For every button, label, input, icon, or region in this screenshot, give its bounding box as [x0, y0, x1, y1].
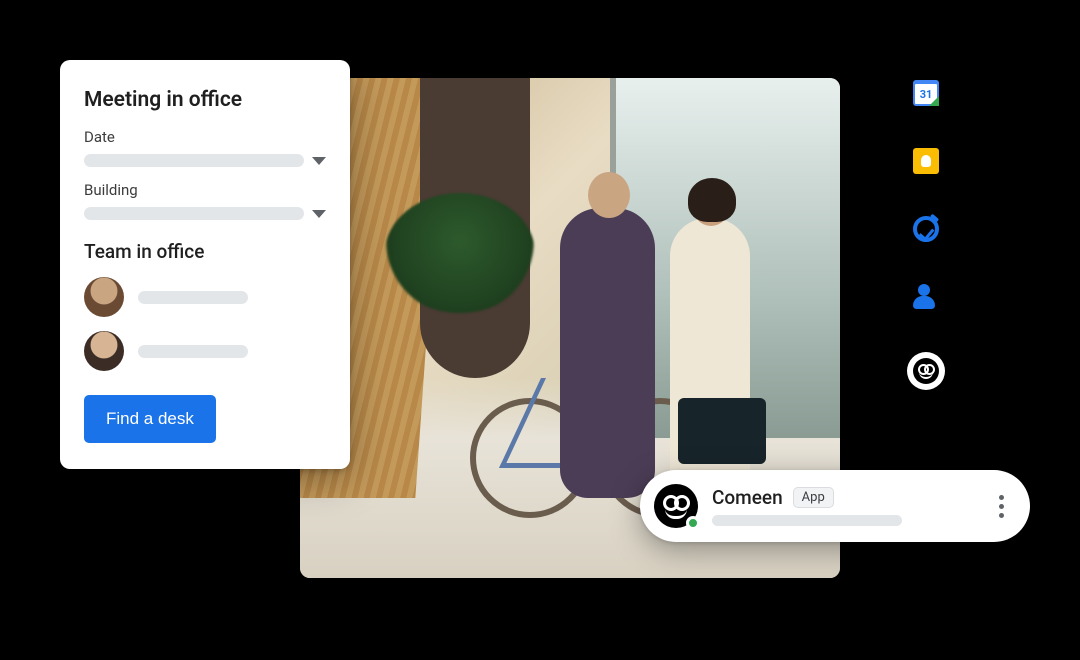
member-name-placeholder — [138, 291, 248, 304]
avatar — [84, 331, 124, 371]
app-badge: App — [793, 487, 834, 508]
team-member[interactable] — [84, 277, 326, 317]
side-rail — [907, 80, 945, 390]
date-dropdown[interactable] — [84, 154, 326, 167]
chevron-down-icon — [312, 157, 326, 165]
comeen-logo-icon — [913, 358, 939, 384]
team-member[interactable] — [84, 331, 326, 371]
more-button[interactable] — [993, 489, 1010, 524]
find-desk-button[interactable]: Find a desk — [84, 395, 216, 443]
calendar-icon[interactable] — [913, 80, 939, 106]
card-title: Meeting in office — [84, 88, 326, 112]
team-heading: Team in office — [84, 240, 326, 263]
chevron-down-icon — [312, 210, 326, 218]
member-name-placeholder — [138, 345, 248, 358]
presence-dot — [686, 516, 700, 530]
contacts-icon[interactable] — [913, 284, 939, 310]
chip-avatar — [654, 484, 698, 528]
date-value-placeholder — [84, 154, 304, 167]
comeen-icon[interactable] — [907, 352, 945, 390]
date-label: Date — [84, 128, 326, 146]
chip-message-placeholder — [712, 515, 902, 526]
chip-name: Comeen — [712, 486, 783, 509]
meeting-card: Meeting in office Date Building Team in … — [60, 60, 350, 469]
keep-icon[interactable] — [913, 148, 939, 174]
app-chip[interactable]: Comeen App — [640, 470, 1030, 542]
avatar — [84, 277, 124, 317]
building-label: Building — [84, 181, 326, 199]
building-value-placeholder — [84, 207, 304, 220]
tasks-icon[interactable] — [913, 216, 939, 242]
building-dropdown[interactable] — [84, 207, 326, 220]
